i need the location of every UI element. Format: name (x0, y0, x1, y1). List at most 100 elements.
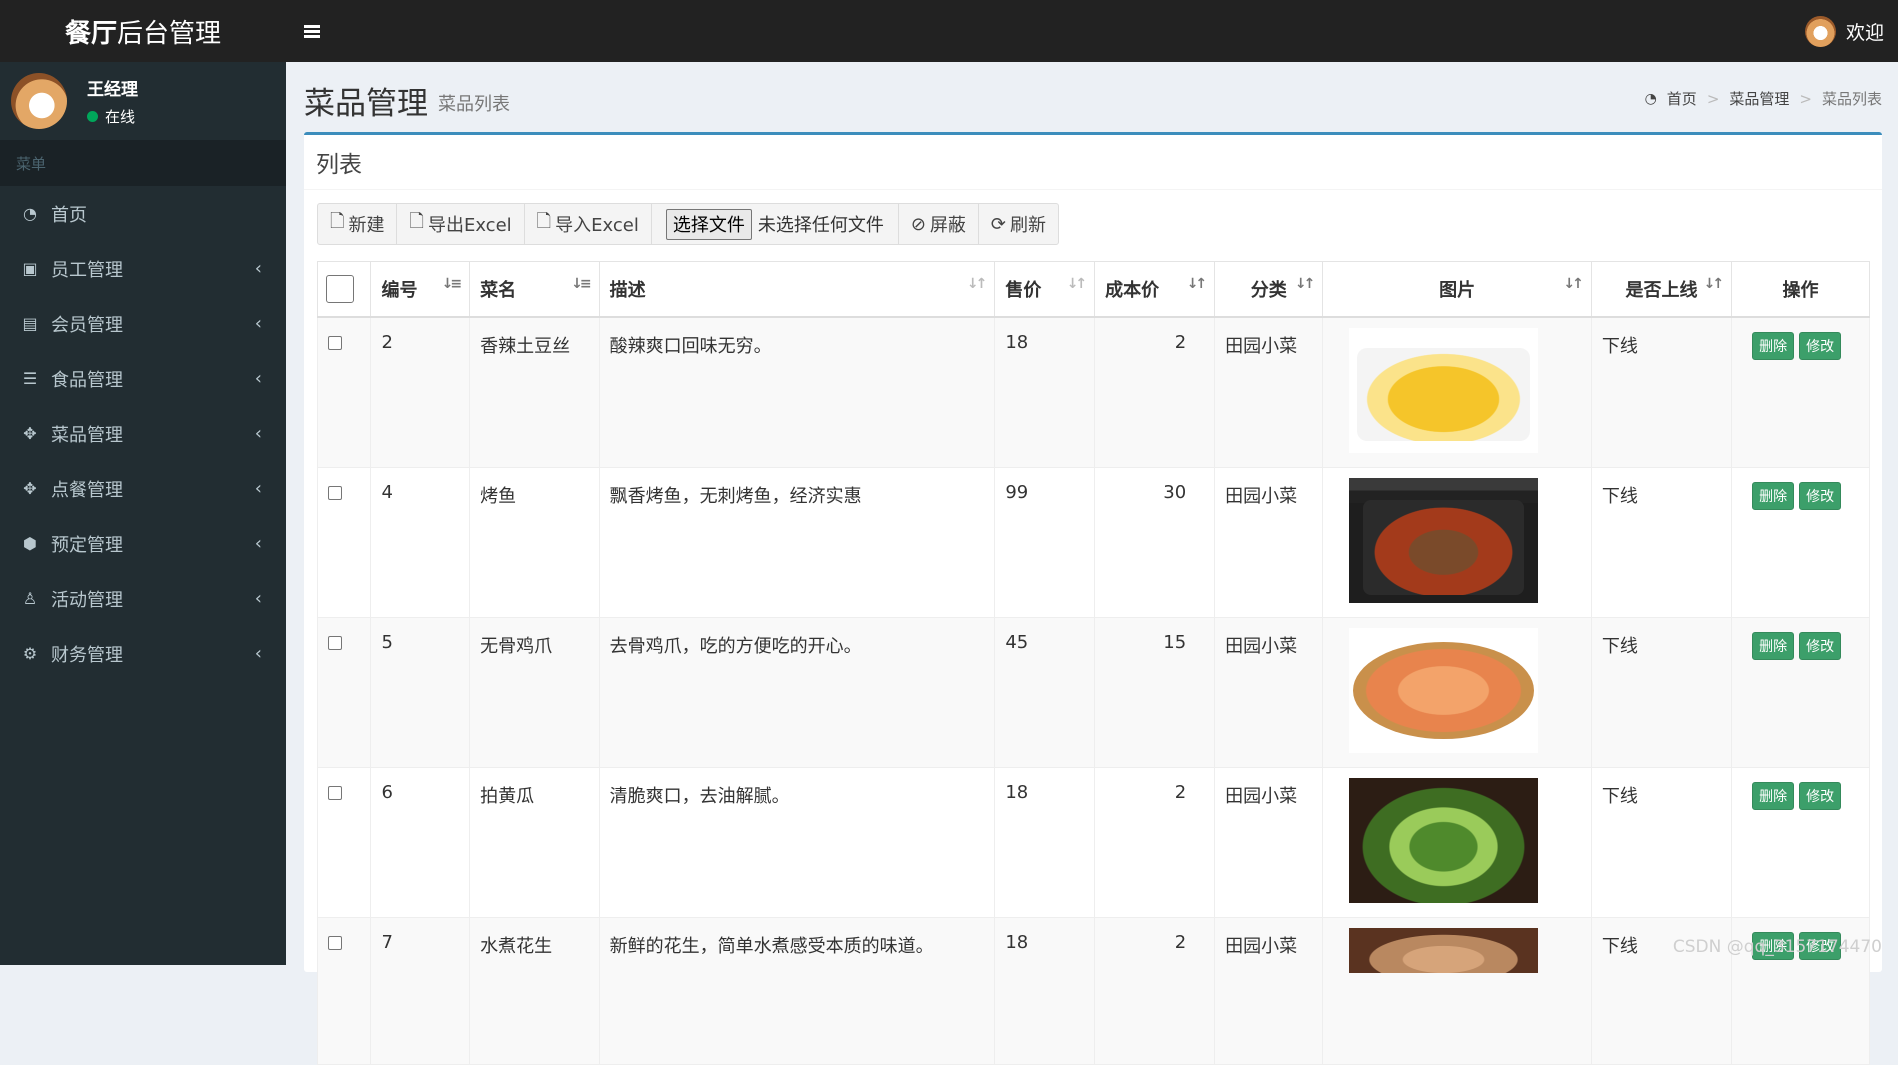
dish-photo (1349, 777, 1539, 903)
sort-icon[interactable]: ↓↑ (1295, 276, 1316, 292)
table-row[interactable]: 5 无骨鸡爪 去骨鸡爪，吃的方便吃的开心。 45 15 田园小菜 下线 删除 修改 (316, 616, 1870, 768)
delete-button[interactable]: 删除 (1752, 481, 1795, 510)
select-all-header (316, 261, 372, 318)
sort-asc-icon[interactable]: ↓≡ (442, 276, 463, 292)
header-picture[interactable]: 图片 ↓↑ (1322, 261, 1592, 318)
sort-icon[interactable]: ↓↑ (1067, 276, 1088, 292)
chevron-left-icon: ‹ (254, 258, 262, 279)
cell-name: 烤鱼 (469, 466, 600, 618)
sort-icon[interactable]: ↓↑ (1563, 276, 1584, 292)
chevron-left-icon: ‹ (254, 533, 262, 554)
new-button[interactable]: 🗋 新建 (318, 204, 398, 244)
cell-category: 田园小菜 (1214, 466, 1324, 618)
delete-button[interactable]: 删除 (1752, 631, 1795, 660)
user-status: 在线 (87, 106, 138, 127)
header-desc[interactable]: 描述 ↓↑ (598, 261, 996, 318)
import-excel-button[interactable]: 🗋 导入Excel (525, 204, 652, 244)
table-row[interactable]: 7 水煮花生 新鲜的花生，简单水煮感受本质的味道。 18 2 田园小菜 下线 删除 修改 (316, 916, 1870, 1065)
content-header: 菜品管理 菜品列表 ◔ 首页 > 菜品管理 > 菜品列表 (286, 62, 1898, 132)
sort-desc-icon[interactable]: ↓≡ (571, 276, 592, 292)
sidebar-item-label: 食品管理 (51, 369, 123, 391)
row-select-cell (316, 316, 372, 468)
row-select-cell (316, 616, 372, 768)
edit-button[interactable]: 修改 (1799, 631, 1842, 660)
cell-id: 7 (370, 916, 471, 1065)
user-menu[interactable]: 欢迎 (1804, 0, 1884, 62)
sidebar: 王经理 在线 菜单 ◔ 首页 ▣ 员工管理 ‹ ▤ 会员管理 ‹ ☰ 食品管理 ‹ ✥ 菜品管理 ‹ ✥ 点餐… (0, 62, 286, 965)
table-row[interactable]: 6 拍黄瓜 清脆爽口，去油解腻。 18 2 田园小菜 下线 删除 修改 (316, 766, 1870, 918)
sidebar-item-8[interactable]: ⚙ 财务管理 ‹ (0, 626, 286, 681)
row-checkbox[interactable] (328, 335, 342, 350)
cell-actions: 删除 修改 (1731, 766, 1870, 918)
table-header-row: 编号 ↓≡ 菜名 ↓≡ 描述 ↓↑ 售价 ↓↑ 成本价 ↓↑ 分类 ↓↑ 图片 ↓↑ 是否上线… (316, 261, 1870, 318)
watermark: CSDN @qq_3157174470 (1672, 937, 1882, 957)
delete-button[interactable]: 删除 (1752, 781, 1795, 810)
block-button-label: 屏蔽 (929, 215, 966, 236)
breadcrumb-dish-management[interactable]: 菜品管理 (1729, 88, 1789, 109)
sidebar-item-0[interactable]: ◔ 首页 (0, 186, 286, 241)
delete-button[interactable]: 删除 (1752, 331, 1795, 360)
edit-button[interactable]: 修改 (1799, 481, 1842, 510)
choose-file-button[interactable]: 选择文件 (665, 208, 752, 240)
row-checkbox[interactable] (328, 635, 342, 650)
new-button-label: 新建 (348, 215, 385, 236)
breadcrumb-home[interactable]: 首页 (1667, 88, 1697, 109)
dish-photo (1349, 627, 1539, 753)
table-row[interactable]: 2 香辣土豆丝 酸辣爽口回味无穷。 18 2 田园小菜 下线 删除 修改 (316, 316, 1870, 468)
cell-price: 18 (994, 766, 1096, 918)
row-checkbox[interactable] (328, 485, 342, 500)
sidebar-item-1[interactable]: ▣ 员工管理 ‹ (0, 241, 286, 296)
edit-button[interactable]: 修改 (1799, 331, 1842, 360)
select-all-checkbox[interactable] (326, 274, 354, 303)
sidebar-item-6[interactable]: ⬢ 预定管理 ‹ (0, 516, 286, 571)
sidebar-toggle-button[interactable] (286, 0, 338, 62)
user-avatar (11, 73, 67, 129)
cell-id: 6 (370, 766, 471, 918)
user-panel: 王经理 在线 (0, 62, 286, 140)
edit-button[interactable]: 修改 (1799, 781, 1842, 810)
sidebar-item-label: 财务管理 (51, 644, 123, 666)
sort-icon[interactable]: ↓↑ (967, 276, 988, 292)
header-name[interactable]: 菜名 ↓≡ (469, 261, 600, 318)
table-row[interactable]: 4 烤鱼 飘香烤鱼，无刺烤鱼，经济实惠 99 30 田园小菜 下线 删除 修改 (316, 466, 1870, 618)
walking-icon: ♙ (22, 589, 38, 608)
id-card-icon: ▤ (22, 314, 38, 333)
header-actions: 操作 (1731, 261, 1870, 318)
sort-icon[interactable]: ↓↑ (1187, 276, 1208, 292)
sidebar-item-label: 活动管理 (51, 589, 123, 611)
header-price[interactable]: 售价 ↓↑ (994, 261, 1096, 318)
header-category[interactable]: 分类 ↓↑ (1214, 261, 1324, 318)
sidebar-item-4[interactable]: ✥ 菜品管理 ‹ (0, 406, 286, 461)
cell-desc: 清脆爽口，去油解腻。 (598, 766, 996, 918)
sidebar-item-7[interactable]: ♙ 活动管理 ‹ (0, 571, 286, 626)
sort-icon[interactable]: ↓↑ (1704, 276, 1725, 292)
block-button[interactable]: ⊘ 屏蔽 (899, 204, 979, 244)
header-online[interactable]: 是否上线 ↓↑ (1590, 261, 1733, 318)
arrows-move-icon: ✥ (23, 424, 37, 443)
row-checkbox[interactable] (328, 935, 342, 950)
cell-desc: 去骨鸡爪，吃的方便吃的开心。 (598, 616, 996, 768)
dashboard-icon: ◔ (23, 204, 37, 223)
avatar (1804, 15, 1836, 47)
header-cost[interactable]: 成本价 ↓↑ (1094, 261, 1216, 318)
cell-cost: 2 (1094, 316, 1216, 468)
dish-photo (1349, 477, 1539, 603)
app-logo[interactable]: 餐厅 后台管理 (0, 0, 286, 62)
chevron-left-icon: ‹ (254, 368, 262, 389)
sidebar-item-5[interactable]: ✥ 点餐管理 ‹ (0, 461, 286, 516)
refresh-button[interactable]: ⟳ 刷新 (979, 204, 1058, 244)
export-excel-button[interactable]: 🗋 导出Excel (397, 204, 525, 244)
file-input[interactable]: 选择文件 未选择任何文件 (652, 204, 899, 244)
page-subtitle: 菜品列表 (438, 94, 510, 115)
sidebar-item-2[interactable]: ▤ 会员管理 ‹ (0, 296, 286, 351)
toolbar: 🗋 新建 🗋 导出Excel 🗋 导入Excel 选择文件 未选择任何文件 ⊘ 屏蔽 ⟳… (317, 203, 1060, 245)
cell-id: 4 (370, 466, 471, 618)
main-content: 菜品管理 菜品列表 ◔ 首页 > 菜品管理 > 菜品列表 列表 🗋 新建 🗋 导出E… (286, 62, 1898, 1065)
header-id[interactable]: 编号 ↓≡ (370, 261, 471, 318)
app-title-bold: 餐厅 (64, 18, 117, 49)
app-title-rest: 后台管理 (117, 18, 222, 49)
cell-desc: 新鲜的花生，简单水煮感受本质的味道。 (598, 916, 996, 1065)
page-title: 菜品管理 (304, 86, 428, 122)
sidebar-item-3[interactable]: ☰ 食品管理 ‹ (0, 351, 286, 406)
row-checkbox[interactable] (328, 785, 342, 800)
